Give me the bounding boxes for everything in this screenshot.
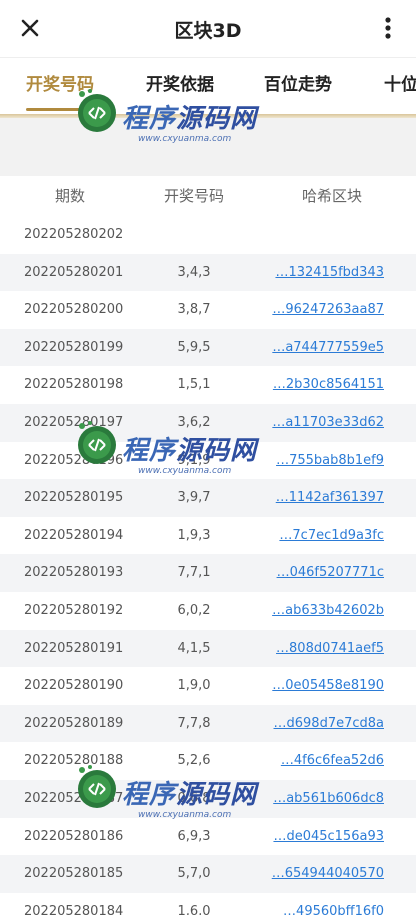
period-cell: 202205280191	[24, 640, 124, 656]
hash-link[interactable]: …4f6c6fea52d6	[281, 742, 384, 780]
draw-numbers-cell: 1,9,0	[177, 678, 211, 694]
period-cell: 202205280192	[24, 602, 124, 618]
table-row: 202205280194 1,9,3 …7c7ec1d9a3fc	[0, 517, 416, 555]
draw-numbers-cell: 7,7,1	[177, 565, 211, 581]
header-period: 期数	[54, 187, 85, 205]
table-row: 202205280192 6,0,2 …ab633b42602b	[0, 592, 416, 630]
draw-numbers-cell: 4,1,5	[177, 640, 211, 656]
table-row: 202205280201 3,4,3 …132415fbd343	[0, 253, 416, 292]
active-tab-indicator	[26, 108, 92, 111]
hash-link[interactable]: …654944040570	[272, 855, 384, 893]
table-row: 202205280195 3,9,7 …1142af361397	[0, 479, 416, 517]
draw-numbers-cell: 6,9,3	[177, 828, 211, 844]
hash-link[interactable]: …a744777559e5	[272, 329, 384, 367]
table-row: 202205280188 5,2,6 …4f6c6fea52d6	[0, 742, 416, 780]
table-row: 202205280197 3,6,2 …a11703e33d62	[0, 403, 416, 442]
draw-numbers-cell: 1,9,3	[177, 527, 211, 543]
draw-numbers-cell: 1,5,1	[177, 377, 211, 393]
period-cell: 202205280199	[24, 339, 124, 355]
table-row: 202205280187 0,6,8 …ab561b606dc8	[0, 779, 416, 818]
hash-link[interactable]: …2b30c8564151	[273, 366, 384, 404]
period-cell: 202205280185	[24, 866, 124, 882]
period-cell: 202205280184	[24, 903, 124, 915]
top-bar: 区块3D	[0, 0, 416, 58]
hash-link[interactable]: …808d0741aef5	[276, 630, 384, 668]
tab-bar: 开奖号码 开奖依据 百位走势 十位	[0, 58, 416, 114]
table-row: 202205280198 1,5,1 …2b30c8564151	[0, 366, 416, 404]
period-cell: 202205280187	[24, 790, 124, 806]
period-cell: 202205280190	[24, 678, 124, 694]
table-row: 202205280193 7,7,1 …046f5207771c	[0, 554, 416, 592]
period-cell: 202205280189	[24, 715, 124, 731]
draw-numbers-cell: 9,1,9	[177, 452, 211, 468]
more-button[interactable]	[376, 12, 400, 44]
period-cell: 202205280195	[24, 490, 124, 506]
draw-numbers-cell: 5,7,0	[177, 866, 211, 882]
header-numbers: 开奖号码	[163, 187, 224, 205]
hash-link[interactable]: …de045c156a93	[273, 818, 384, 856]
table-row: 202205280190 1,9,0 …0e05458e8190	[0, 667, 416, 705]
period-cell: 202205280200	[24, 302, 124, 318]
period-cell: 202205280193	[24, 565, 124, 581]
table-row: 202205280200 3,8,7 …96247263aa87	[0, 291, 416, 329]
draw-numbers-cell: 5,9,5	[177, 339, 211, 355]
banner-edge	[0, 114, 416, 118]
table-row: 202205280186 6,9,3 …de045c156a93	[0, 818, 416, 856]
tab-draw-basis[interactable]: 开奖依据	[146, 58, 214, 114]
draw-numbers-cell: 3,8,7	[177, 302, 211, 318]
hash-link[interactable]: …a11703e33d62	[272, 404, 384, 442]
tab-tens-trend[interactable]: 十位	[384, 58, 416, 114]
tab-hundreds-trend[interactable]: 百位走势	[264, 58, 332, 114]
period-cell: 202205280201	[24, 264, 124, 280]
table-row: 202205280196 9,1,9 …755bab8b1ef9	[0, 442, 416, 480]
table-header: 期数 开奖号码 哈希区块	[0, 176, 416, 216]
draw-numbers-cell: 3,6,2	[177, 414, 211, 430]
hash-link[interactable]: …ab561b606dc8	[273, 780, 384, 818]
hash-link[interactable]: …d698d7e7cd8a	[274, 705, 385, 743]
hash-link[interactable]: …755bab8b1ef9	[276, 442, 384, 480]
hash-link[interactable]: …7c7ec1d9a3fc	[279, 517, 384, 555]
table-row: 202205280202	[0, 216, 416, 254]
hash-link[interactable]: …1142af361397	[276, 479, 384, 517]
period-cell: 202205280202	[24, 227, 124, 242]
period-cell: 202205280188	[24, 753, 124, 769]
table-row: 202205280191 4,1,5 …808d0741aef5	[0, 629, 416, 668]
header-hash-block: 哈希区块	[301, 187, 362, 205]
table-row: 202205280185 5,7,0 …654944040570	[0, 855, 416, 893]
hash-link[interactable]: …132415fbd343	[275, 254, 384, 292]
table-row: 202205280199 5,9,5 …a744777559e5	[0, 328, 416, 367]
hash-link[interactable]: …49560bff16f0	[283, 893, 384, 915]
period-cell: 202205280196	[24, 452, 124, 468]
draw-numbers-cell: 3,4,3	[177, 264, 211, 280]
hash-link[interactable]: …96247263aa87	[272, 291, 384, 329]
tab-draw-numbers[interactable]: 开奖号码	[26, 58, 94, 114]
draw-numbers-cell: 6,0,2	[177, 602, 211, 618]
draw-numbers-cell: 0,6,8	[177, 790, 211, 806]
table-row: 202205280189 7,7,8 …d698d7e7cd8a	[0, 704, 416, 743]
results-table: 202205280202 202205280201 3,4,3 …132415fbd3…	[0, 216, 416, 915]
draw-numbers-cell: 7,7,8	[177, 715, 211, 731]
period-cell: 202205280186	[24, 828, 124, 844]
table-row: 202205280184 1,6,0 …49560bff16f0	[0, 893, 416, 915]
draw-numbers-cell: 3,9,7	[177, 490, 211, 506]
more-vertical-icon	[385, 17, 391, 39]
draw-numbers-cell: 1,6,0	[177, 903, 211, 915]
hash-link[interactable]: …ab633b42602b	[272, 592, 384, 630]
period-cell: 202205280198	[24, 377, 124, 393]
draw-numbers-cell: 5,2,6	[177, 753, 211, 769]
period-cell: 202205280194	[24, 527, 124, 543]
hash-link[interactable]: …0e05458e8190	[272, 667, 384, 705]
hash-link[interactable]: …046f5207771c	[277, 554, 384, 592]
page-title: 区块3D	[174, 20, 242, 42]
period-cell: 202205280197	[24, 414, 124, 430]
banner-area	[0, 114, 416, 176]
